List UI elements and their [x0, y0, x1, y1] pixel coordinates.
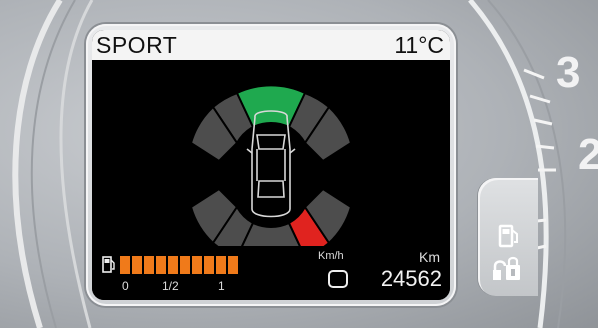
tyre-diagram-svg — [189, 84, 353, 266]
gauge-number-2: 2 — [578, 130, 598, 179]
fuel-door-lock-icon — [493, 256, 520, 280]
fuel-pump-small-icon — [102, 256, 115, 273]
fuel-segment — [132, 256, 142, 274]
odometer-value: 24562 — [380, 266, 442, 291]
fuel-segment — [180, 256, 190, 274]
info-bar: 0 1/2 1 Km/h Km 24562 — [92, 246, 450, 300]
tyre-pressure-diagram — [92, 64, 450, 266]
fuel-segment — [216, 256, 226, 274]
fuel-tick-full: 1 — [218, 279, 225, 293]
fuel-segment — [192, 256, 202, 274]
fuel-segment — [156, 256, 166, 274]
fuel-segment — [228, 256, 238, 274]
car-outline-icon — [246, 110, 296, 218]
fuel-tick-empty: 0 — [122, 279, 129, 293]
warning-light-panel — [478, 178, 538, 296]
fuel-pump-icon — [498, 224, 518, 248]
speed-unit-label: Km/h — [318, 250, 344, 262]
speed-readout — [328, 270, 348, 288]
drive-mode-label: SPORT — [96, 32, 178, 58]
gauge-number-3: 3 — [556, 48, 581, 97]
fuel-tick-half: 1/2 — [162, 279, 179, 293]
fuel-segment — [204, 256, 214, 274]
trip-display-screen: SPORT 11°C 0 1/2 1 Km/h Km 24562 — [92, 30, 450, 300]
outside-temperature: 11°C — [394, 32, 444, 58]
fuel-segment — [144, 256, 154, 274]
fuel-level-gauge — [120, 256, 238, 274]
status-header: SPORT 11°C — [92, 30, 450, 60]
instrument-cluster: 3 2 SPORT 11°C 0 1/2 1 Km/h Km 24562 — [0, 0, 598, 328]
fuel-segment — [120, 256, 130, 274]
odometer-unit-label: Km — [419, 249, 440, 265]
fuel-segment — [168, 256, 178, 274]
